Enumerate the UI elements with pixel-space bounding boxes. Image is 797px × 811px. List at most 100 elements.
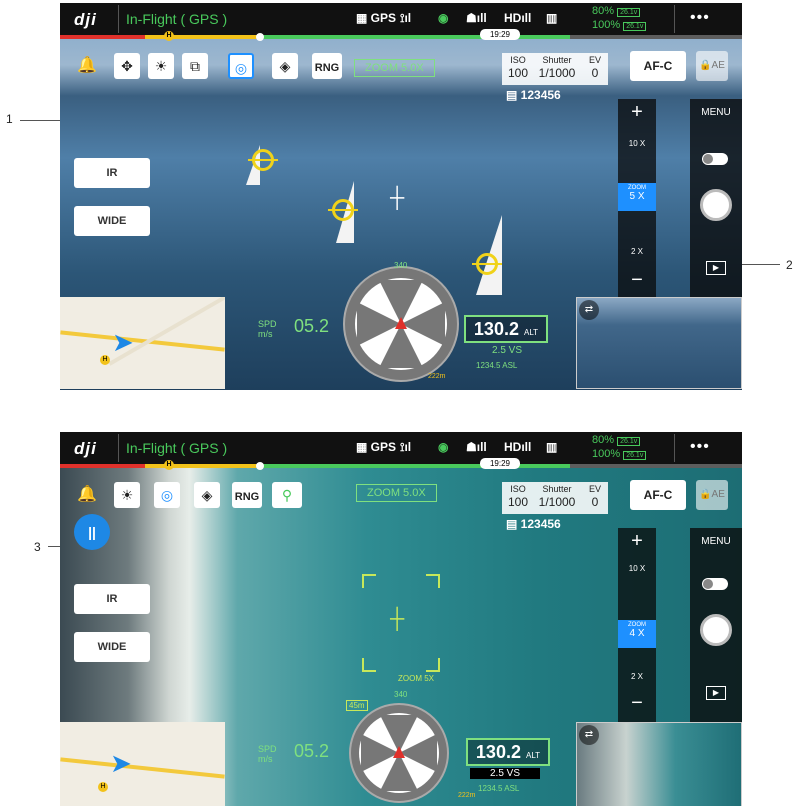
more-button[interactable]: ••• — [690, 438, 710, 456]
battery-readout[interactable]: 80% 26.1v 100% 26.1v — [592, 5, 647, 33]
altitude-readout: 130.2 ALT — [466, 738, 550, 766]
aircraft-icon: ➤ — [110, 748, 132, 778]
zoom-frame-corner — [362, 658, 376, 672]
exposure-panel[interactable]: ISO 100 Shutter 1/1000 EV 0 — [502, 53, 608, 85]
progress-dot — [256, 462, 264, 470]
playback-button[interactable]: ▶ — [706, 261, 726, 275]
menu-button[interactable]: MENU — [690, 536, 742, 547]
mini-map[interactable]: ➤ H — [60, 297, 225, 389]
poi-icon[interactable]: ◈ — [272, 53, 298, 79]
home-point-marker: H — [164, 460, 174, 470]
battery-2: 100% — [592, 19, 621, 31]
camera-settings-icon[interactable]: ⧉ — [182, 53, 208, 79]
battery-1: 80% — [592, 5, 615, 17]
spd-label: SPD — [258, 319, 277, 329]
tracking-target[interactable] — [248, 149, 278, 171]
iso-value: 100 — [507, 66, 529, 80]
playback-button[interactable]: ▶ — [706, 686, 726, 700]
shutter-label: Shutter — [542, 484, 572, 494]
bell-icon[interactable]: 🔔 — [74, 482, 100, 508]
volt-1: 26.1v — [617, 437, 641, 446]
more-button[interactable]: ••• — [690, 9, 710, 27]
pip-view[interactable]: ⇄ — [576, 297, 742, 389]
alt-label: ALT — [525, 751, 541, 760]
ae-lock-button[interactable]: 🔒AE — [696, 51, 728, 81]
target-lock-icon[interactable]: ◎ — [154, 482, 180, 508]
flight-time: 19:29 — [480, 29, 520, 40]
home-point-icon: H — [100, 355, 110, 365]
sd-card-id: ▤ 123456 — [506, 88, 561, 102]
wide-button[interactable]: WIDE — [74, 632, 150, 662]
dji-logo: dji — [74, 439, 97, 458]
spd-value: 05.2 — [294, 316, 330, 336]
vertical-speed: 2.5 VS — [492, 345, 523, 356]
callout-3: 3 — [34, 540, 41, 554]
focus-mode-button[interactable]: AF-C — [630, 51, 686, 81]
asl-altitude: 1234.5 ASL — [476, 361, 518, 370]
shutter-button[interactable] — [700, 189, 732, 221]
aircraft-icon: ➤ — [112, 327, 134, 357]
photo-video-toggle[interactable] — [702, 153, 728, 165]
divider — [674, 5, 675, 33]
gps-status[interactable]: ▦ GPS — [356, 440, 396, 454]
bell-icon[interactable]: 🔔 — [74, 53, 100, 79]
pip-view[interactable]: ⇄ — [576, 722, 742, 806]
zoom-10x-label: 10 X — [628, 139, 646, 148]
tracking-target[interactable] — [472, 253, 502, 275]
wide-button[interactable]: WIDE — [74, 206, 150, 236]
rng-label: RNG — [314, 62, 340, 74]
tracking-target[interactable] — [328, 199, 358, 221]
zoom-out-button[interactable]: − — [618, 692, 656, 715]
zoom-in-button[interactable]: + — [618, 101, 656, 124]
ae-lock-button[interactable]: 🔒AE — [696, 480, 728, 510]
swap-view-icon[interactable]: ⇄ — [579, 725, 599, 745]
flight-status[interactable]: In-Flight ( GPS ) — [126, 11, 227, 27]
spotlight-icon[interactable]: ☀ — [114, 482, 140, 508]
zoom-slider[interactable]: + 10 X ZOOM 5 X 2 X − — [618, 99, 656, 299]
satellite-signal-icon: ⟟ıl — [400, 440, 412, 454]
zoom-frame-corner — [362, 574, 376, 588]
photo-video-toggle[interactable] — [702, 578, 728, 590]
divider — [118, 434, 119, 462]
battery-icon: ▥ — [546, 440, 558, 454]
ir-button[interactable]: IR — [74, 584, 150, 614]
pause-button[interactable]: || — [74, 514, 110, 550]
crosshair-icon[interactable]: ✥ — [114, 53, 140, 79]
mini-map[interactable]: ➤ H — [60, 722, 225, 806]
obstacle-icon: ◉ — [438, 11, 449, 25]
rng-button[interactable]: RNG — [232, 482, 262, 508]
spotlight-icon[interactable]: ☀ — [148, 53, 174, 79]
ev-label: EV — [588, 484, 601, 494]
smart-track-icon[interactable]: ⚲ — [272, 482, 302, 508]
gps-status[interactable]: ▦ GPS — [356, 11, 396, 25]
zoom-out-button[interactable]: − — [618, 269, 656, 292]
screen-1: dji In-Flight ( GPS ) ▦ GPS ⟟ıl ◉ ☗ıll H… — [60, 3, 742, 390]
swap-view-icon[interactable]: ⇄ — [579, 300, 599, 320]
exposure-panel[interactable]: ISO 100 Shutter 1/1000 EV 0 — [502, 482, 608, 514]
target-lock-icon[interactable]: ◎ — [228, 53, 254, 79]
zoom-current: ZOOM 4 X — [618, 620, 656, 648]
flight-status[interactable]: In-Flight ( GPS ) — [126, 440, 227, 456]
poi-icon[interactable]: ◈ — [194, 482, 220, 508]
battery-readout[interactable]: 80% 26.1v 100% 26.1v — [592, 434, 647, 462]
zoom-slider[interactable]: + 10 X ZOOM 4 X 2 X − — [618, 528, 656, 724]
focus-mode-button[interactable]: AF-C — [630, 480, 686, 510]
callout-2: 2 — [786, 258, 793, 272]
hd-signal: HDıll — [504, 11, 532, 25]
ir-button[interactable]: IR — [74, 158, 150, 188]
gps-label: GPS — [370, 11, 397, 25]
battery-progress-bar: H — [60, 460, 742, 470]
zoom-in-button[interactable]: + — [618, 530, 656, 553]
serial-number: 123456 — [520, 517, 561, 531]
ev-value: 0 — [591, 495, 599, 509]
menu-button[interactable]: MENU — [690, 107, 742, 118]
shutter-button[interactable] — [700, 614, 732, 646]
hd-signal: HDıll — [504, 440, 532, 454]
attitude-compass — [343, 266, 459, 382]
shutter-label: Shutter — [542, 55, 572, 65]
rng-button[interactable]: RNG — [312, 53, 342, 79]
home-point-icon: H — [98, 782, 108, 792]
obstacle-icon: ◉ — [438, 440, 449, 454]
center-crosshair-icon: ┼ — [390, 608, 405, 630]
volt-1: 26.1v — [617, 8, 641, 17]
